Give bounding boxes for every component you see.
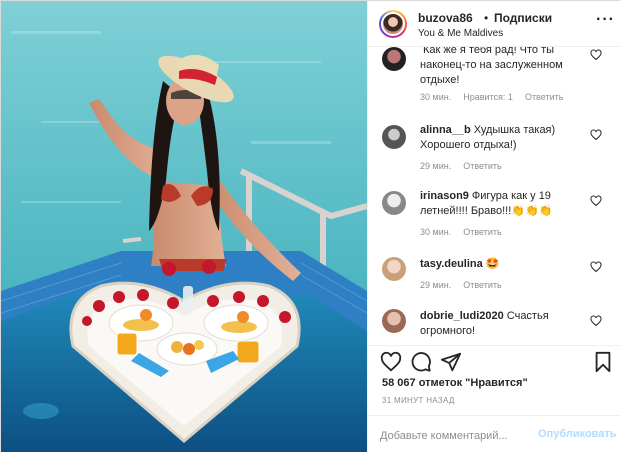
comment-heart-icon[interactable] [590,129,602,141]
comment-text: irinason9 Фигура как у 19 летней!!!! Брав… [420,189,590,219]
comment-avatar[interactable] [382,47,406,71]
comments-list: Как же я тебя рад! Что ты наконец-то на … [368,47,620,345]
comment-body: Как же я тебя рад! Что ты наконец-то на … [420,47,563,86]
post-location[interactable]: You & Me Maldives [418,28,503,39]
post-actions-bar [368,345,620,375]
comment-meta: 29 мин. Ответить [420,161,514,171]
reply-button[interactable]: Ответить [525,92,563,102]
more-horizontal-icon[interactable]: ··· [596,12,615,28]
comment-text: alinna__b Худышка такая) Хорошего отдыха!… [420,123,590,153]
comment-text: dobrie_ludi2020 Счастья огромного! [420,309,590,339]
comment-avatar[interactable] [382,309,406,333]
reply-button[interactable]: Ответить [463,227,501,237]
author-username[interactable]: buzova86 [418,11,473,25]
comment-heart-icon[interactable] [590,195,602,207]
comment-time[interactable]: 30 мин. [420,92,451,102]
comment-time[interactable]: 29 мин. [420,280,451,290]
comment-text: tasy.deulina 🤩 [420,257,590,272]
comment-heart-icon[interactable] [590,315,602,327]
post-photo[interactable] [1,1,367,452]
publish-comment-button[interactable]: Опубликовать [538,428,617,440]
post-header: buzova86 • Подписки You & Me Maldives ··… [368,1,620,47]
comment-username[interactable]: irinason9 [420,190,469,202]
comment-avatar[interactable] [382,191,406,215]
comment-heart-icon[interactable] [590,261,602,273]
post-side-panel: buzova86 • Подписки You & Me Maldives ··… [367,1,620,452]
comment-input[interactable] [380,428,530,444]
comment-icon[interactable] [410,351,432,373]
comment-text: Как же я тебя рад! Что ты наконец-то на … [420,47,590,88]
reply-button[interactable]: Ответить [463,280,501,290]
comment-likes-count[interactable]: Нравится: 1 [463,92,513,102]
add-comment-bar: Опубликовать [368,415,620,452]
following-button[interactable]: Подписки [494,11,552,25]
comment-avatar[interactable] [382,125,406,149]
comment-avatar[interactable] [382,257,406,281]
comment-meta: 30 мин. Нравится: 1 Ответить [420,92,575,102]
comment-username[interactable]: dobrie_ludi2020 [420,310,504,322]
comment-time[interactable]: 29 мин. [420,161,451,171]
paper-plane-icon[interactable] [440,351,462,373]
likes-count[interactable]: 58 067 отметок "Нравится" [382,377,528,389]
heart-icon[interactable] [380,351,402,373]
comment-username[interactable]: alinna__b [420,124,471,136]
author-avatar[interactable] [379,10,407,38]
bookmark-icon[interactable] [592,351,614,373]
post-timestamp[interactable]: 31 МИНУТ НАЗАД [382,396,455,405]
header-separator-dot: • [484,11,489,25]
instagram-post: buzova86 • Подписки You & Me Maldives ··… [0,0,620,452]
author-avatar-image [381,12,405,36]
reply-button[interactable]: Ответить [463,161,501,171]
photo-illustration [1,1,367,452]
comment-time[interactable]: 30 мин. [420,227,451,237]
comment-meta: 29 мин. Ответить [420,280,514,290]
comment-meta: 30 мин. Ответить [420,227,514,237]
comment-body: 🤩 [485,258,500,270]
comment-username[interactable]: tasy.deulina [420,258,483,270]
comment-heart-icon[interactable] [590,49,602,61]
